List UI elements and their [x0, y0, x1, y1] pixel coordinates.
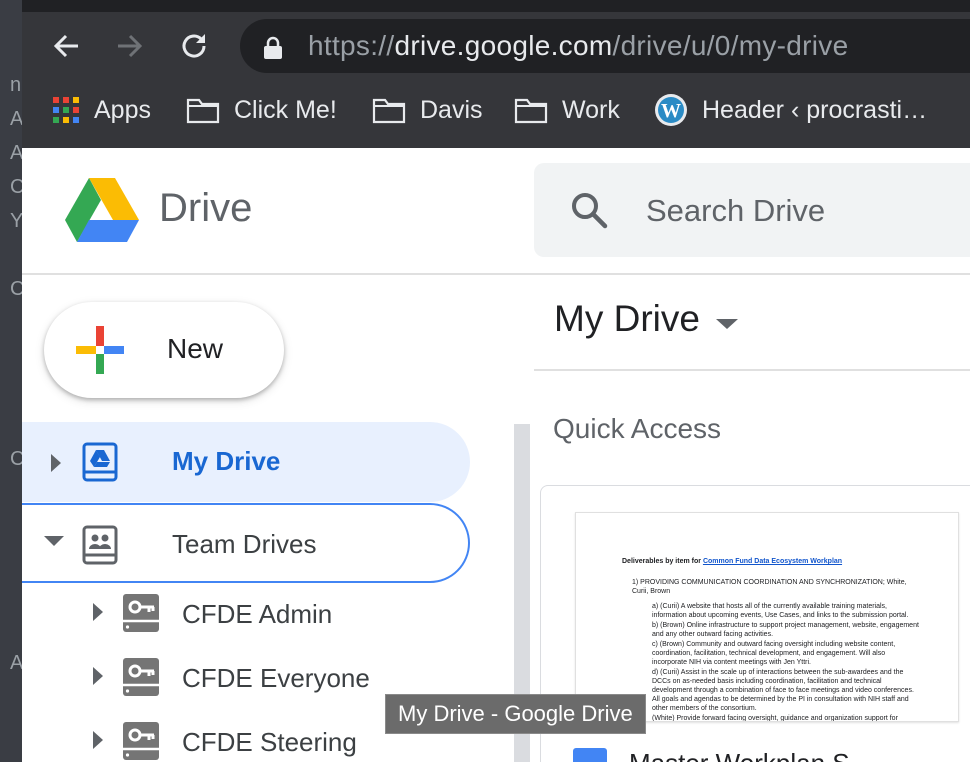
wordpress-icon: W: [655, 94, 687, 126]
doc-heading-link: Common Fund Data Ecosystem Workplan: [702, 558, 843, 565]
team-drive-label: CFDE Everyone: [182, 663, 370, 693]
search-icon[interactable]: [570, 191, 608, 229]
folder-icon: [372, 98, 406, 124]
url-text: https://drive.google.com/drive/u/0/my-dr…: [308, 30, 848, 62]
bookmark-davis[interactable]: Davis: [372, 88, 483, 132]
bookmark-wordpress[interactable]: W Header ‹ procrasti…: [654, 88, 927, 132]
url-path: /drive/u/0/my-drive: [612, 30, 849, 61]
doc-line: 1) PROVIDING COMMUNICATION COORDINATION …: [632, 579, 907, 595]
bookmarks-bar: Apps Click Me! Davis Work W Header ‹ pro…: [22, 88, 970, 132]
url-host: drive.google.com: [394, 30, 613, 61]
doc-heading: Deliverables by item for Common Fund Dat…: [622, 557, 922, 566]
browser-chrome: https://drive.google.com/drive/u/0/my-dr…: [22, 0, 970, 148]
tooltip: My Drive - Google Drive: [385, 694, 646, 734]
back-button[interactable]: [46, 26, 86, 66]
sidebar-item-team-drives[interactable]: Team Drives: [22, 503, 470, 583]
expand-arrow-icon[interactable]: [92, 731, 104, 749]
bookmark-label: Apps: [94, 95, 151, 124]
expand-arrow-icon[interactable]: [50, 454, 62, 472]
new-button[interactable]: New: [44, 302, 284, 398]
apps-grid-icon: [53, 97, 79, 123]
reload-button[interactable]: [174, 26, 214, 66]
shared-drive-key-icon: [123, 594, 159, 632]
folder-icon: [186, 98, 220, 124]
doc-line: a) (Curii) A website that hosts all of t…: [652, 603, 909, 619]
doc-line: c) (Brown) Community and outward facing …: [652, 641, 896, 666]
sidebar-item-label: Team Drives: [172, 529, 317, 559]
quick-access-title: Quick Access: [553, 413, 722, 444]
background-window: n A A C Y C C A: [0, 0, 22, 762]
product-name: Drive: [159, 186, 253, 230]
search-box[interactable]: [534, 163, 970, 257]
drive-page: Drive New My Drive Team Drives CFDE Admi…: [22, 148, 970, 762]
bookmark-label: Click Me!: [234, 95, 337, 124]
backdrop-glyph: A: [10, 142, 22, 164]
team-drive-label: CFDE Steering: [182, 727, 357, 757]
search-input[interactable]: [646, 193, 966, 229]
team-drive-cfde-admin[interactable]: CFDE Admin: [22, 583, 470, 643]
shared-drive-key-icon: [123, 722, 159, 760]
folder-icon: [514, 98, 548, 124]
team-drive-label: CFDE Admin: [182, 599, 333, 629]
new-button-label: New: [167, 333, 224, 364]
back-arrow-icon: [53, 34, 78, 58]
backdrop-glyph: A: [10, 652, 22, 674]
doc-line: (White) Provide forward facing oversight…: [652, 715, 898, 722]
sidebar-item-my-drive[interactable]: My Drive: [22, 422, 470, 502]
reload-icon: [182, 34, 206, 58]
url-scheme: https://: [308, 30, 395, 61]
location-title-menu[interactable]: My Drive: [554, 298, 738, 340]
plus-icon: [76, 326, 124, 374]
backdrop-glyph: A: [10, 108, 22, 130]
svg-text:W: W: [661, 100, 681, 122]
divider: [534, 369, 970, 371]
collapse-arrow-icon[interactable]: [44, 535, 64, 547]
forward-button[interactable]: [110, 26, 150, 66]
forward-arrow-icon: [118, 34, 143, 58]
doc-heading-text: Deliverables by item for: [622, 558, 701, 565]
backdrop-glyph: Y: [10, 210, 22, 232]
lock-icon: [264, 36, 282, 59]
bookmark-label: Header ‹ procrasti…: [702, 95, 928, 124]
bookmark-label: Work: [562, 95, 620, 124]
google-drive-logo-icon: [65, 178, 139, 242]
expand-arrow-icon[interactable]: [92, 667, 104, 685]
file-name: Master Workplan S: [629, 748, 850, 762]
doc-line: d) (Curii) Assist in the scale up of int…: [652, 669, 914, 712]
sidebar-item-label: My Drive: [172, 446, 281, 476]
shared-drive-key-icon: [123, 658, 159, 696]
bookmark-label: Davis: [420, 95, 483, 124]
backdrop-glyph: n: [10, 74, 22, 96]
google-docs-icon: [573, 748, 607, 762]
doc-line: b) (Brown) Online infrastructure to supp…: [652, 622, 919, 638]
bookmark-apps[interactable]: Apps: [52, 88, 151, 132]
dropdown-arrow-icon[interactable]: [716, 318, 738, 330]
address-bar[interactable]: https://drive.google.com/drive/u/0/my-dr…: [240, 19, 970, 73]
document-thumbnail: Deliverables by item for Common Fund Dat…: [575, 512, 959, 722]
my-drive-icon: [82, 442, 118, 482]
backdrop-glyph: C: [10, 278, 22, 300]
team-drives-icon: [82, 525, 118, 565]
backdrop-glyph: C: [10, 448, 22, 470]
backdrop-glyph: C: [10, 176, 22, 198]
drive-header: Drive: [22, 148, 970, 275]
tab-strip: [22, 0, 970, 12]
bookmark-work[interactable]: Work: [514, 88, 620, 132]
page-title: My Drive: [554, 298, 700, 339]
expand-arrow-icon[interactable]: [92, 603, 104, 621]
bookmark-click-me[interactable]: Click Me!: [186, 88, 337, 132]
